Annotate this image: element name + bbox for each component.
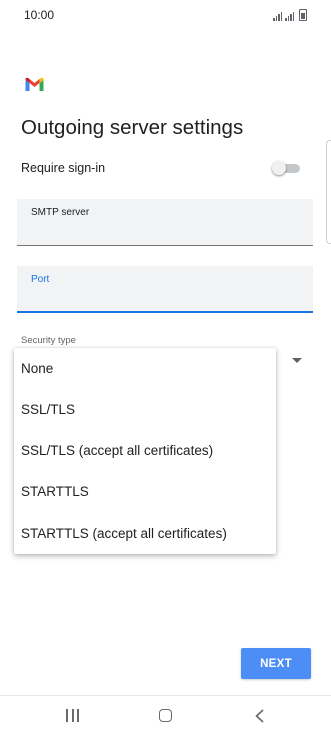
nav-divider <box>0 695 331 696</box>
status-bar: 10:00 <box>0 0 331 30</box>
menu-item-ssl-tls-accept-all[interactable]: SSL/TLS (accept all certificates) <box>14 430 276 471</box>
security-type-label: Security type <box>21 335 76 346</box>
cell-signal-icon <box>285 12 294 21</box>
recents-icon[interactable] <box>66 709 79 722</box>
menu-item-ssl-tls[interactable]: SSL/TLS <box>14 389 276 430</box>
toggle-knob <box>272 161 286 175</box>
edge-panel-handle[interactable] <box>326 140 331 244</box>
require-signin-toggle[interactable] <box>272 161 301 175</box>
wifi-signal-icon <box>273 12 282 21</box>
status-icons <box>273 9 307 21</box>
dropdown-arrow-icon[interactable] <box>292 358 302 363</box>
security-type-menu: None SSL/TLS SSL/TLS (accept all certifi… <box>14 348 276 554</box>
smtp-server-field[interactable]: SMTP server <box>17 199 313 246</box>
next-button[interactable]: NEXT <box>241 648 311 679</box>
status-time: 10:00 <box>24 8 55 22</box>
smtp-server-label: SMTP server <box>31 207 90 218</box>
require-signin-label: Require sign-in <box>21 161 106 175</box>
back-icon[interactable] <box>254 709 265 723</box>
battery-icon <box>299 9 307 21</box>
menu-item-starttls[interactable]: STARTTLS <box>14 471 276 512</box>
menu-item-starttls-accept-all[interactable]: STARTTLS (accept all certificates) <box>14 513 276 554</box>
home-icon[interactable] <box>159 709 172 722</box>
port-label: Port <box>31 274 50 285</box>
menu-item-none[interactable]: None <box>14 348 276 389</box>
port-field[interactable]: Port <box>17 266 313 313</box>
page-title: Outgoing server settings <box>21 116 244 139</box>
gmail-logo-icon <box>25 77 44 91</box>
